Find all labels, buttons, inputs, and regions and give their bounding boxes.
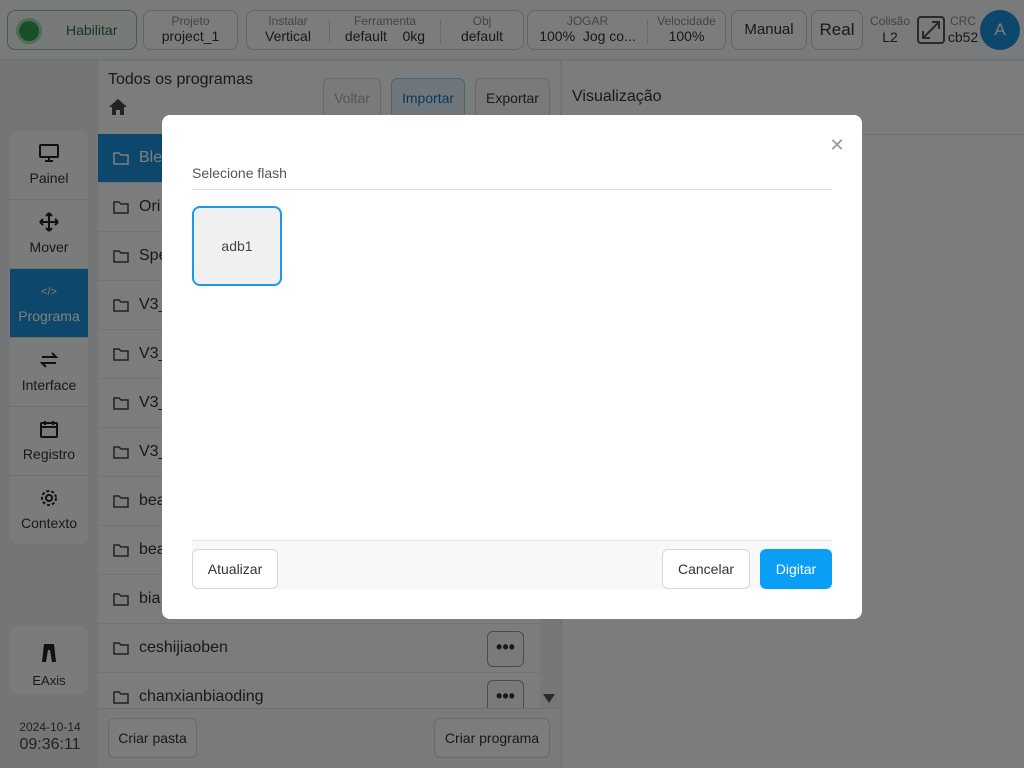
cancel-button[interactable]: Cancelar [662, 549, 750, 589]
refresh-button[interactable]: Atualizar [192, 549, 278, 589]
close-icon[interactable]: ✕ [829, 136, 845, 154]
dialog-title: Selecione flash [192, 165, 287, 181]
select-flash-dialog: ✕ Selecione flash adb1 Atualizar Cancela… [162, 115, 862, 619]
confirm-button[interactable]: Digitar [760, 549, 832, 589]
flash-drive-tile[interactable]: adb1 [192, 206, 282, 286]
